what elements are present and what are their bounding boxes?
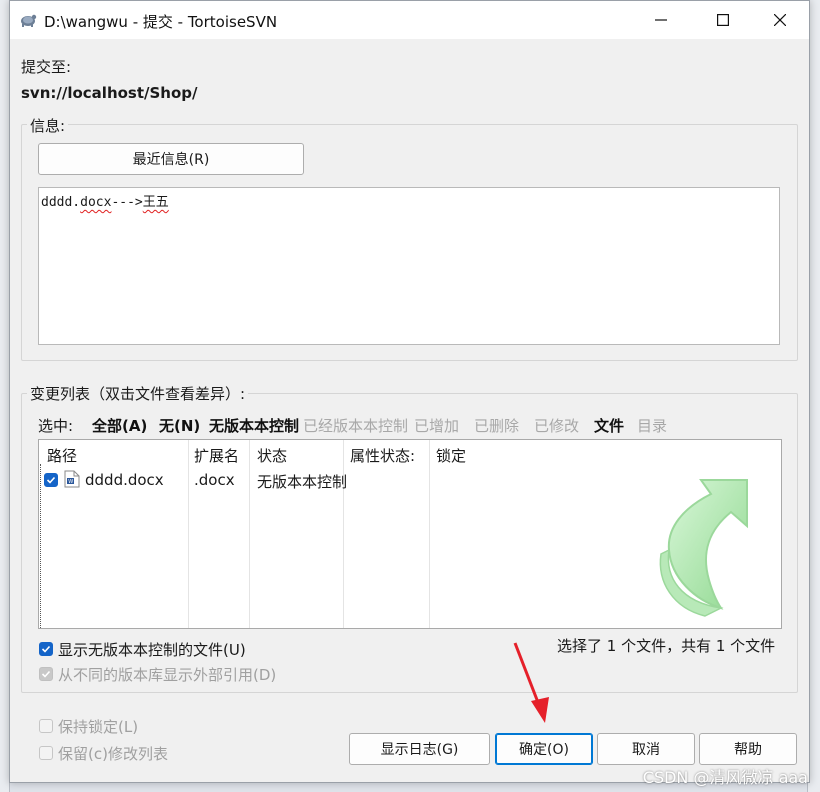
column-separator (343, 440, 344, 628)
maximize-button[interactable] (694, 1, 752, 39)
maximize-icon (717, 14, 729, 26)
message-text-prefix: dddd. (41, 195, 81, 210)
help-button[interactable]: 帮助 (699, 733, 797, 765)
filter-all[interactable]: 全部(A) (92, 415, 147, 436)
keep-changelists-checkbox (39, 746, 53, 760)
tortoise-icon (21, 14, 37, 27)
column-header-status[interactable]: 状态 (257, 445, 287, 466)
annotation-arrow-icon (513, 642, 549, 723)
message-group-title: 信息: (27, 115, 69, 136)
show-log-button[interactable]: 显示日志(G) (349, 733, 490, 765)
changes-list[interactable]: 路径 扩展名 状态 属性状态: 锁定 W dddd.docx .docx 无版本… (38, 439, 782, 629)
filter-added: 已增加 (414, 417, 460, 435)
message-text-docx: docx (80, 195, 112, 210)
keep-locks-checkbox (39, 719, 53, 733)
title-bar: D:\wangwu - 提交 - TortoiseSVN (10, 1, 809, 39)
filter-none[interactable]: 无(N) (159, 415, 200, 436)
column-header-extension[interactable]: 扩展名 (194, 445, 239, 466)
row-extension: .docx (194, 471, 235, 489)
window-title: D:\wangwu - 提交 - TortoiseSVN (44, 13, 278, 31)
close-button[interactable] (751, 1, 809, 39)
recent-messages-button[interactable]: 最近信息(R) (38, 143, 304, 175)
filter-deleted: 已删除 (474, 417, 520, 435)
watermark: CSDN @清风微凉 aaa (642, 768, 808, 787)
message-text-arrow: ---> (111, 195, 143, 210)
checkmark-icon (41, 670, 51, 678)
keep-changelists-label: 保留(c)修改列表 (58, 745, 168, 763)
column-header-lock[interactable]: 锁定 (436, 445, 466, 466)
repository-url: svn://localhost/Shop/ (21, 84, 198, 102)
column-separator (249, 440, 250, 628)
column-header-path[interactable]: 路径 (47, 445, 77, 466)
checkmark-icon (41, 645, 51, 653)
commit-dialog: D:\wangwu - 提交 - TortoiseSVN 提交至: svn://… (9, 0, 810, 783)
cancel-button[interactable]: 取消 (597, 733, 695, 765)
green-commit-arrow-icon (659, 479, 748, 617)
filter-modified: 已修改 (534, 417, 580, 435)
svg-text:W: W (68, 479, 73, 485)
show-unversioned-checkbox[interactable] (39, 642, 53, 656)
changes-group-title: 变更列表（双击文件查看差异）: (27, 383, 249, 404)
show-unversioned-label[interactable]: 显示无版本本控制的文件(U) (58, 639, 246, 660)
commit-message-input[interactable]: dddd.docx--->王五 (38, 187, 780, 345)
commit-to-label: 提交至: (21, 58, 72, 76)
message-text-name: 王五 (142, 195, 169, 210)
close-icon (774, 14, 786, 26)
show-externals-checkbox (39, 667, 53, 681)
filter-unversioned[interactable]: 无版本本控制 (209, 415, 299, 436)
ok-button[interactable]: 确定(O) (495, 733, 593, 765)
filter-versioned: 已经版本本控制 (303, 417, 409, 435)
word-document-icon: W (64, 470, 80, 488)
column-separator (188, 440, 189, 628)
select-label: 选中: (38, 417, 74, 435)
keep-locks-label: 保持锁定(L) (58, 718, 139, 736)
minimize-button[interactable] (632, 1, 690, 39)
row-checkbox[interactable] (44, 473, 58, 487)
selection-summary: 选择了 1 个文件，共有 1 个文件 (557, 637, 776, 655)
checkmark-icon (46, 476, 56, 484)
column-separator (429, 440, 430, 628)
list-focus-indicator (40, 464, 42, 628)
row-path: dddd.docx (85, 471, 164, 489)
minimize-icon (655, 19, 667, 21)
row-status: 无版本本控制 (257, 473, 348, 491)
filter-files[interactable]: 文件 (594, 415, 624, 436)
filter-directories: 目录 (637, 417, 668, 435)
show-externals-label: 从不同的版本库显示外部引用(D) (58, 666, 277, 684)
column-header-property-status[interactable]: 属性状态: (350, 445, 415, 466)
